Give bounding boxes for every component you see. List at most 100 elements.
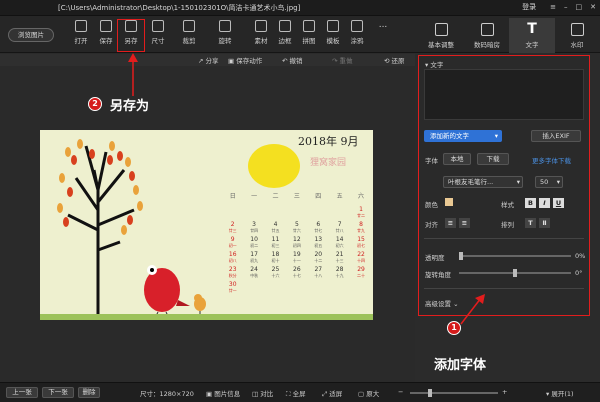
- vertical-text-icon[interactable]: Ⅱ: [539, 218, 550, 228]
- calendar-day: 18 初十: [265, 252, 286, 267]
- align-left-icon[interactable]: ≡: [445, 218, 456, 228]
- chevron-down-icon: ▾: [556, 178, 560, 186]
- day-number: 28: [335, 266, 344, 273]
- original-size-button[interactable]: ▢ 原大: [358, 388, 379, 398]
- more-fonts-link[interactable]: 更多字体下载: [532, 155, 571, 165]
- zoom-in-icon[interactable]: +: [502, 388, 507, 396]
- maximize-icon[interactable]: □: [576, 3, 583, 11]
- open-icon: [75, 20, 87, 32]
- day-number: 25: [271, 266, 280, 273]
- lunar-day: 初一: [228, 243, 237, 248]
- add-text-button[interactable]: 添加新的文字 ▾: [424, 130, 502, 142]
- slider-handle[interactable]: [513, 269, 517, 277]
- minimize-icon[interactable]: –: [564, 3, 568, 11]
- calendar-day: 1 廿二: [350, 207, 371, 222]
- opacity-slider[interactable]: [459, 252, 571, 260]
- next-image-button[interactable]: 下一张: [42, 387, 74, 398]
- restore-button[interactable]: ⟲ 还原: [384, 55, 405, 65]
- image-size: 尺寸：1280×720: [140, 390, 194, 398]
- day-number: 26: [293, 266, 301, 273]
- login-link[interactable]: 登录: [522, 2, 536, 12]
- menu-icon[interactable]: ≡: [550, 3, 556, 11]
- adjust-icon: [434, 23, 448, 36]
- align-label: 对齐: [425, 221, 438, 229]
- day-number: 10: [250, 236, 258, 243]
- fit-screen-button[interactable]: ⤢ 适屏: [322, 388, 342, 399]
- tab-darkroom[interactable]: 数码暗房: [464, 18, 510, 53]
- font-select[interactable]: 叶根友毛笔行... ▾: [443, 176, 523, 188]
- slider-handle[interactable]: [428, 389, 432, 397]
- color-swatch[interactable]: [445, 198, 453, 206]
- text-input-area[interactable]: [424, 69, 584, 120]
- zoom-slider[interactable]: [410, 389, 498, 397]
- delete-button[interactable]: 删除: [78, 387, 100, 398]
- calendar-day: 7 廿八: [329, 222, 350, 237]
- align-center-icon[interactable]: ≡: [459, 218, 470, 228]
- lunar-day: 廿八: [335, 228, 344, 233]
- save-action-button[interactable]: ▣ 保存动作: [228, 55, 262, 65]
- bold-button[interactable]: B: [525, 198, 536, 208]
- day-number: 7: [337, 221, 342, 228]
- lunar-day: 廿五: [271, 228, 280, 233]
- calendar-day: 25 十六: [265, 267, 286, 282]
- lunar-day: 廿九: [357, 228, 366, 233]
- lunar-day: 廿三: [228, 228, 237, 233]
- close-icon[interactable]: ✕: [590, 3, 596, 11]
- doodle-button[interactable]: 涂鸦: [346, 20, 368, 45]
- underline-button[interactable]: U: [553, 198, 564, 208]
- resize-button[interactable]: 尺寸: [147, 20, 169, 45]
- day-number: 5: [294, 221, 299, 228]
- redo-button[interactable]: ↷ 重做: [332, 55, 353, 65]
- italic-button[interactable]: I: [539, 198, 550, 208]
- day-number: 29: [357, 266, 365, 273]
- undo-button[interactable]: ↶ 撤销: [282, 55, 303, 65]
- day-number: 12: [293, 236, 301, 243]
- font-size-select[interactable]: 50 ▾: [535, 176, 563, 188]
- expand-button[interactable]: ▾ 展开(1): [546, 388, 574, 398]
- day-number: 1: [359, 206, 363, 213]
- insert-exif-button[interactable]: 插入EXIF: [531, 130, 581, 142]
- download-font-button[interactable]: 下载: [477, 153, 509, 165]
- open-button[interactable]: 打开: [70, 20, 92, 45]
- calendar-day: [286, 282, 307, 297]
- image-info-button[interactable]: ▣ 图片信息: [206, 388, 240, 398]
- border-button[interactable]: 边框: [274, 20, 296, 45]
- tab-basic-adjust[interactable]: 基本调整: [418, 18, 464, 53]
- horizontal-text-icon[interactable]: T: [525, 218, 536, 228]
- collage-button[interactable]: 拼图: [298, 20, 320, 45]
- calendar-week-row: 1 廿二: [222, 207, 372, 222]
- tab-watermark[interactable]: 水印: [554, 18, 600, 53]
- day-number: 17: [250, 251, 258, 258]
- day-number: 30: [228, 281, 237, 288]
- save-button[interactable]: 保存: [95, 20, 117, 45]
- day-number: 20: [314, 251, 323, 258]
- rotate-button[interactable]: 旋转: [214, 20, 236, 45]
- more-button[interactable]: ...: [372, 20, 394, 30]
- calendar-day: 28 十九: [329, 267, 350, 282]
- photo-canvas[interactable]: 2018年 9月 狸窝家园 日 一 二 三 四 五 六 1 廿二 2 廿三 3 廿四 4 廿五…: [40, 130, 373, 320]
- lunar-day: 十七: [292, 273, 301, 278]
- lunar-day: 廿一: [228, 288, 237, 293]
- crop-button[interactable]: 裁剪: [178, 20, 200, 45]
- calendar-day: [308, 282, 329, 297]
- prev-image-button[interactable]: 上一张: [6, 387, 38, 398]
- share-button[interactable]: ↗ 分享: [198, 55, 219, 65]
- fullscreen-button[interactable]: ⛶ 全屏: [286, 388, 306, 399]
- zoom-out-icon[interactable]: −: [398, 388, 403, 396]
- slider-handle[interactable]: [459, 252, 463, 260]
- browse-images-button[interactable]: 浏览图片: [8, 28, 54, 42]
- template-button[interactable]: 模板: [322, 20, 344, 45]
- save-as-highlight: [117, 19, 145, 52]
- compare-button[interactable]: ◫ 对比: [252, 388, 273, 398]
- rotation-slider[interactable]: [459, 269, 571, 277]
- day-number: 23: [228, 266, 237, 273]
- local-font-button[interactable]: 本地: [443, 153, 471, 165]
- lunar-day: 初七: [357, 243, 366, 248]
- material-button[interactable]: 素材: [250, 20, 272, 45]
- calendar-day: 12 初四: [286, 237, 307, 252]
- calendar-day: [265, 207, 286, 222]
- tab-text[interactable]: T 文字: [509, 18, 555, 53]
- advanced-settings-toggle[interactable]: 高级设置 ⌄: [425, 298, 459, 308]
- style-label: 样式: [501, 201, 514, 209]
- day-number: 18: [271, 251, 280, 258]
